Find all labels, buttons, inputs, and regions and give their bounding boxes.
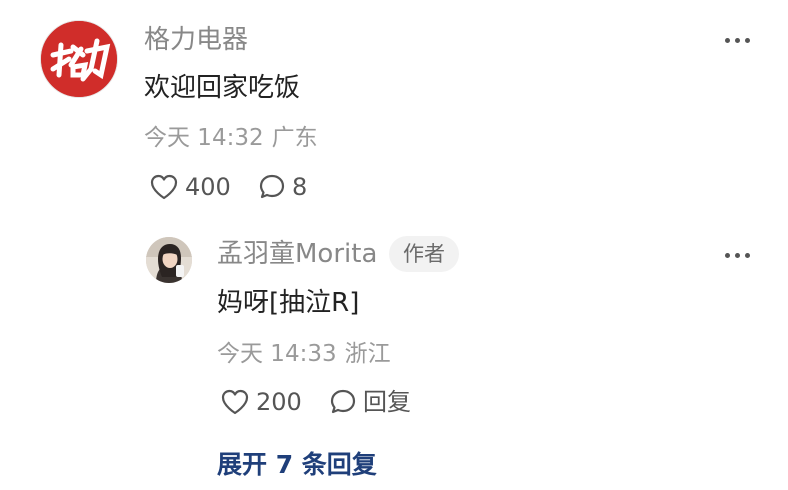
heart-icon [221,389,249,415]
brand-avatar[interactable] [40,20,118,98]
gree-logo-icon [41,21,117,97]
reply-more-options-button[interactable] [721,245,755,265]
more-dots-icon [725,253,730,258]
more-options-button[interactable] [721,30,755,50]
reply-location: 浙江 [344,341,391,367]
more-dots-icon [725,38,730,43]
like-button[interactable]: 400 [149,170,231,204]
reply-like-button[interactable]: 200 [220,385,302,419]
reply-author-name[interactable]: 孟羽童Morita [217,237,377,271]
reply-time: 今天 14:33 [217,341,337,367]
heart-icon [150,174,178,200]
reply-text: 妈呀[抽泣R] [217,288,360,318]
comment-author-name[interactable]: 格力电器 [144,23,248,57]
comment-location: 广东 [271,125,318,151]
comment-meta: 今天 14:32 广东 [144,123,318,153]
expand-replies-link[interactable]: 展开 7 条回复 [217,449,377,481]
comment-time: 今天 14:32 [144,125,264,151]
comment-bubble-icon [330,389,356,414]
reply-like-count: 200 [256,388,302,416]
reply-count: 8 [292,173,308,201]
reply-meta: 今天 14:33 浙江 [217,339,391,369]
comment-text: 欢迎回家吃饭 [144,73,301,103]
user-photo-icon [146,237,192,283]
author-badge: 作者 [389,236,459,272]
reply-button[interactable]: 回复 [329,385,411,419]
like-count: 400 [185,173,231,201]
reply-count-button[interactable]: 8 [258,170,307,204]
comment-bubble-icon [259,174,285,199]
reply-button-label: 回复 [363,388,411,416]
user-avatar[interactable] [146,237,192,283]
